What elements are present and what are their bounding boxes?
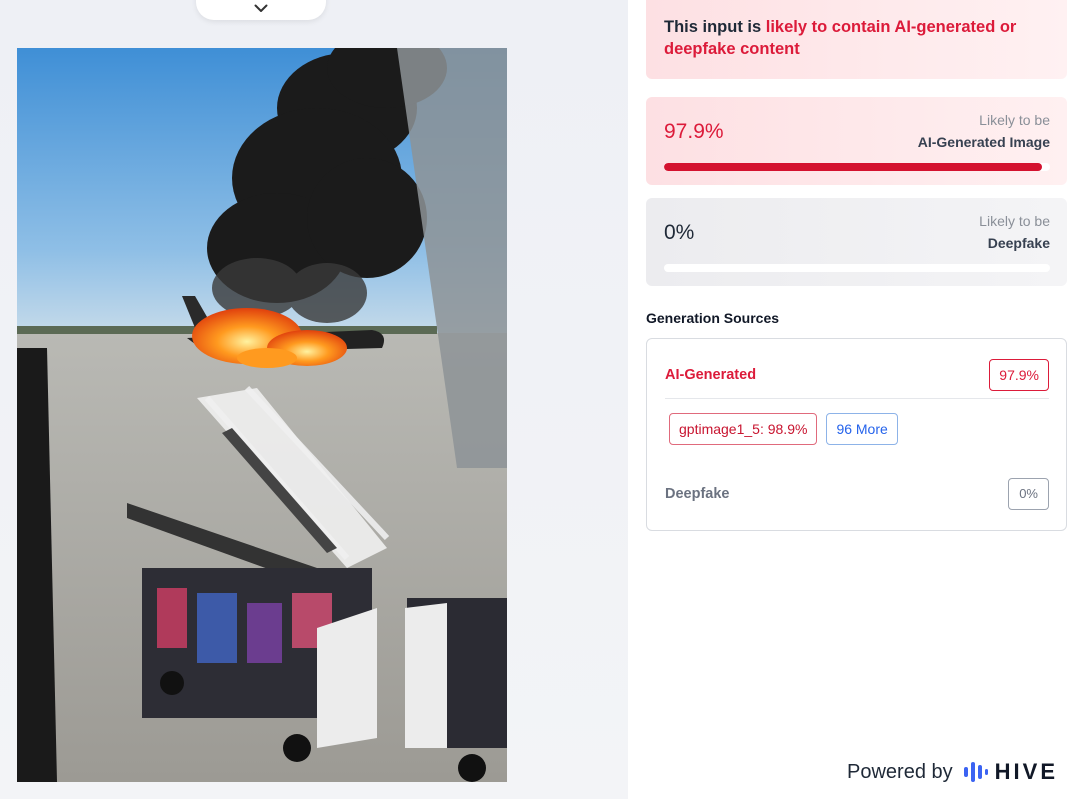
- ai-score-bar-fill: [664, 163, 1042, 171]
- ai-score-bar: [664, 163, 1050, 171]
- deepfake-score-type: Deepfake: [987, 235, 1050, 251]
- more-models-button[interactable]: 96 More: [826, 413, 898, 445]
- ai-score-type: AI-Generated Image: [917, 134, 1050, 150]
- image-panel: [0, 0, 628, 799]
- hive-logo: HIVE: [963, 759, 1058, 785]
- ai-generated-source-badge: 97.9%: [989, 358, 1049, 391]
- hive-wordmark: HIVE: [994, 759, 1058, 784]
- ai-generated-source-row: AI-Generated 97.9%: [665, 358, 1049, 391]
- powered-by-footer[interactable]: Powered by HIVE: [847, 759, 1058, 785]
- collapse-toggle[interactable]: [196, 0, 326, 20]
- ai-generated-score-card: 97.9% Likely to be AI-Generated Image: [646, 97, 1067, 185]
- chevron-down-icon: [254, 4, 268, 12]
- deepfake-score-bar: [664, 264, 1050, 272]
- generation-sources-title: Generation Sources: [646, 310, 780, 326]
- ai-score-likely-label: Likely to be: [979, 112, 1050, 128]
- hive-logo-icon: [963, 762, 988, 782]
- deepfake-source-badge: 0%: [1008, 477, 1049, 510]
- analyzed-image: [17, 48, 507, 782]
- model-chips: gptimage1_5: 98.9% 96 More: [669, 413, 898, 445]
- sources-divider: [665, 398, 1049, 399]
- powered-by-text: Powered by: [847, 760, 953, 783]
- deepfake-source-row: Deepfake 0%: [665, 477, 1049, 510]
- deepfake-score-likely-label: Likely to be: [979, 213, 1050, 229]
- verdict-text: This input is likely to contain AI-gener…: [664, 16, 1049, 60]
- results-panel: This input is likely to contain AI-gener…: [628, 0, 1082, 799]
- deepfake-score-card: 0% Likely to be Deepfake: [646, 198, 1067, 286]
- ai-generated-source-label: AI-Generated: [665, 366, 757, 383]
- verdict-prefix: This input is: [664, 18, 766, 36]
- ai-score-percent: 97.9%: [664, 120, 724, 143]
- deepfake-score-percent: 0%: [664, 221, 695, 244]
- model-chip[interactable]: gptimage1_5: 98.9%: [669, 413, 818, 445]
- deepfake-source-label: Deepfake: [665, 485, 730, 502]
- generation-sources-card: AI-Generated 97.9% gptimage1_5: 98.9% 96…: [646, 338, 1067, 531]
- verdict-alert: This input is likely to contain AI-gener…: [646, 0, 1067, 79]
